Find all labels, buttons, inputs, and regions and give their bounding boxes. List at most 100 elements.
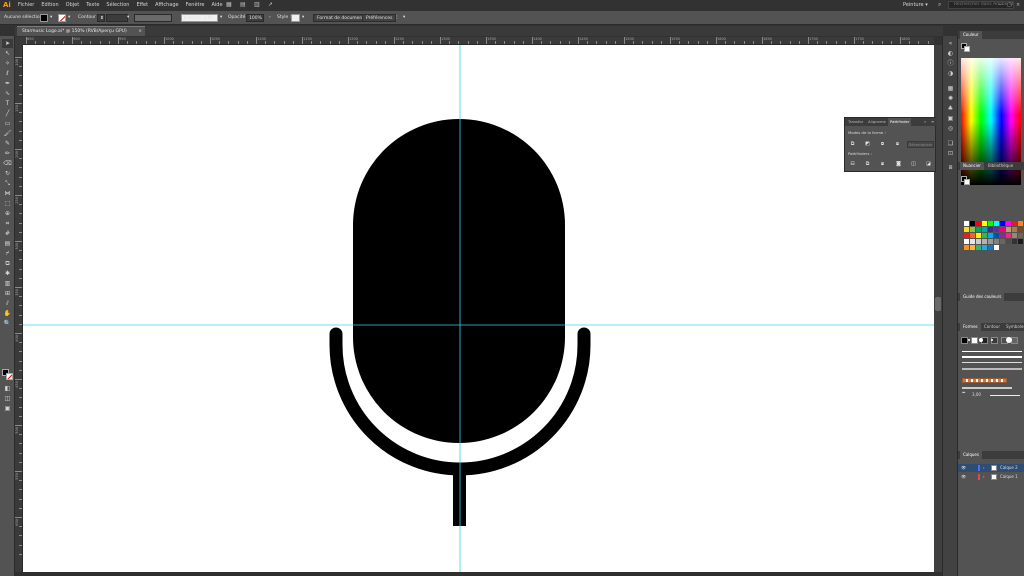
- menu-selection[interactable]: Sélection: [106, 2, 129, 8]
- swatch[interactable]: [1006, 227, 1011, 232]
- hand-tool-icon[interactable]: ✋: [2, 309, 13, 318]
- arrange-documents-icon[interactable]: ▥: [254, 2, 262, 8]
- menu-effet[interactable]: Effet: [136, 2, 148, 8]
- document-setup-button[interactable]: Format de document: [313, 14, 369, 22]
- close-tab-icon[interactable]: ×: [138, 27, 142, 36]
- stroke-weight-input[interactable]: [106, 14, 128, 22]
- fill-swatch[interactable]: [40, 14, 48, 22]
- swatch[interactable]: [988, 239, 993, 244]
- swatch[interactable]: [994, 221, 999, 226]
- swatch[interactable]: [1012, 221, 1017, 226]
- scrollbar-thumb[interactable]: [935, 297, 941, 311]
- color-stroke-swatch[interactable]: [964, 46, 970, 52]
- fill-stroke-indicator[interactable]: [2, 369, 14, 381]
- style-dropdown-icon[interactable]: ▾: [302, 14, 304, 22]
- color-guide-swatch[interactable]: [961, 337, 968, 344]
- divide-icon[interactable]: ⊟: [849, 161, 856, 168]
- brushes-panel-icon[interactable]: ✺: [946, 94, 955, 103]
- panel-collapse-icon[interactable]: «: [924, 118, 926, 126]
- swatch[interactable]: [964, 245, 969, 250]
- swatch[interactable]: [1012, 227, 1017, 232]
- screen-mode-icon[interactable]: ▣: [2, 404, 13, 413]
- slice-tool-icon[interactable]: ⫽: [2, 299, 13, 308]
- tab-transform[interactable]: Transfor: [848, 118, 863, 126]
- swatch[interactable]: [988, 245, 993, 250]
- align-options-dropdown-icon[interactable]: ▾: [403, 14, 405, 22]
- brush-preset-3[interactable]: [991, 339, 993, 341]
- swatch[interactable]: [1000, 233, 1005, 238]
- gpu-rocket-icon[interactable]: ➚: [268, 2, 276, 8]
- variable-width-profile[interactable]: [134, 14, 172, 22]
- layers-tab[interactable]: Calques: [960, 451, 982, 459]
- swatch[interactable]: [1018, 221, 1023, 226]
- layers-panel-icon[interactable]: ❏: [946, 139, 955, 148]
- workspace-switcher[interactable]: Peinture ▾: [903, 2, 928, 8]
- swatch[interactable]: [1018, 227, 1023, 232]
- adobe-stock-search-input[interactable]: Rechercher dans Adobe Stock: [948, 1, 1014, 9]
- minus-back-icon[interactable]: ◪: [925, 161, 932, 168]
- blend-tool-icon[interactable]: ⧉: [2, 259, 13, 268]
- transform-panel-icon[interactable]: ⧈: [946, 163, 955, 172]
- tab-formes[interactable]: Formes: [960, 323, 981, 331]
- menu-fenetre[interactable]: Fenêtre: [186, 2, 205, 8]
- stroke-swatch[interactable]: [58, 14, 66, 22]
- line-tool-icon[interactable]: ╱: [2, 109, 13, 118]
- visibility-eye-icon[interactable]: 👁: [961, 464, 966, 472]
- horizontal-ruler[interactable]: 850 900 950 1000 1050 1100 1150 1200 1250 1300 135…: [23, 37, 934, 45]
- swatch[interactable]: [988, 233, 993, 238]
- opacity-input[interactable]: 100%: [246, 14, 264, 22]
- layer-name[interactable]: Calque 1: [1000, 473, 1018, 481]
- graphic-styles-icon[interactable]: ▣: [946, 114, 955, 123]
- swatch[interactable]: [1012, 239, 1017, 244]
- panel-menu-icon[interactable]: ≡: [931, 118, 934, 126]
- swatch[interactable]: [976, 239, 981, 244]
- swatch[interactable]: [964, 233, 969, 238]
- eraser-tool-icon[interactable]: ⌫: [2, 159, 13, 168]
- layer-row[interactable]: 👁 › Calque 1: [958, 473, 1024, 481]
- minimize-icon[interactable]: –: [999, 2, 1002, 8]
- ruler-origin[interactable]: [15, 37, 23, 45]
- menu-affichage[interactable]: Affichage: [155, 2, 179, 8]
- intersect-icon[interactable]: ⧇: [879, 141, 886, 148]
- swatch[interactable]: [976, 245, 981, 250]
- swatch[interactable]: [970, 233, 975, 238]
- zoom-tool-icon[interactable]: 🔍: [2, 319, 13, 328]
- curvature-tool-icon[interactable]: ∿: [2, 89, 13, 98]
- menu-objet[interactable]: Objet: [66, 2, 80, 8]
- swatches-panel-icon[interactable]: ▦: [946, 84, 955, 93]
- vertical-ruler[interactable]: 100 150 200 250 300 350 400 450 500 550 600: [15, 45, 23, 572]
- swatch[interactable]: [976, 233, 981, 238]
- menu-texte[interactable]: Texte: [86, 2, 99, 8]
- swatch[interactable]: [1018, 233, 1023, 238]
- trim-icon[interactable]: ⧉: [864, 161, 871, 168]
- swatch[interactable]: [988, 227, 993, 232]
- perspective-grid-tool-icon[interactable]: ⌗: [2, 219, 13, 228]
- rotate-tool-icon[interactable]: ↻: [2, 169, 13, 178]
- fill-dropdown-icon[interactable]: ▾: [50, 14, 52, 22]
- swatch[interactable]: [982, 221, 987, 226]
- swatch[interactable]: [994, 233, 999, 238]
- color-panel-icon[interactable]: ◐: [946, 49, 955, 58]
- swatch[interactable]: [1018, 239, 1023, 244]
- stroke-weight-dropdown-icon[interactable]: ▾: [127, 14, 129, 22]
- stock-icon[interactable]: ▤: [240, 2, 248, 8]
- brush-stroke-2[interactable]: [962, 356, 1022, 358]
- magic-wand-tool-icon[interactable]: ✧: [2, 59, 13, 68]
- collapse-panels-icon[interactable]: «: [946, 39, 955, 48]
- pencil-tool-icon[interactable]: ✏: [2, 149, 13, 158]
- shape-builder-tool-icon[interactable]: ⊕: [2, 209, 13, 218]
- graphic-style-swatch[interactable]: [291, 14, 300, 22]
- swatch[interactable]: [964, 239, 969, 244]
- stroke-weight-stepper[interactable]: ⬍: [97, 14, 105, 22]
- brush-stroke-1[interactable]: [962, 351, 1022, 352]
- stroke-dropdown-icon[interactable]: ▾: [68, 14, 70, 22]
- shaper-tool-icon[interactable]: ✎: [2, 139, 13, 148]
- appearance-panel-icon[interactable]: ◎: [946, 124, 955, 133]
- brush-preset-4[interactable]: [1006, 337, 1012, 343]
- swatch[interactable]: [964, 227, 969, 232]
- swatch[interactable]: [982, 233, 987, 238]
- color-theme-icon[interactable]: ◑: [946, 69, 955, 78]
- free-transform-tool-icon[interactable]: ⬚: [2, 199, 13, 208]
- brush-definition-select[interactable]: ▾ Rond - 3 Pt: [181, 14, 218, 22]
- expand-button[interactable]: Décomposer: [907, 141, 934, 148]
